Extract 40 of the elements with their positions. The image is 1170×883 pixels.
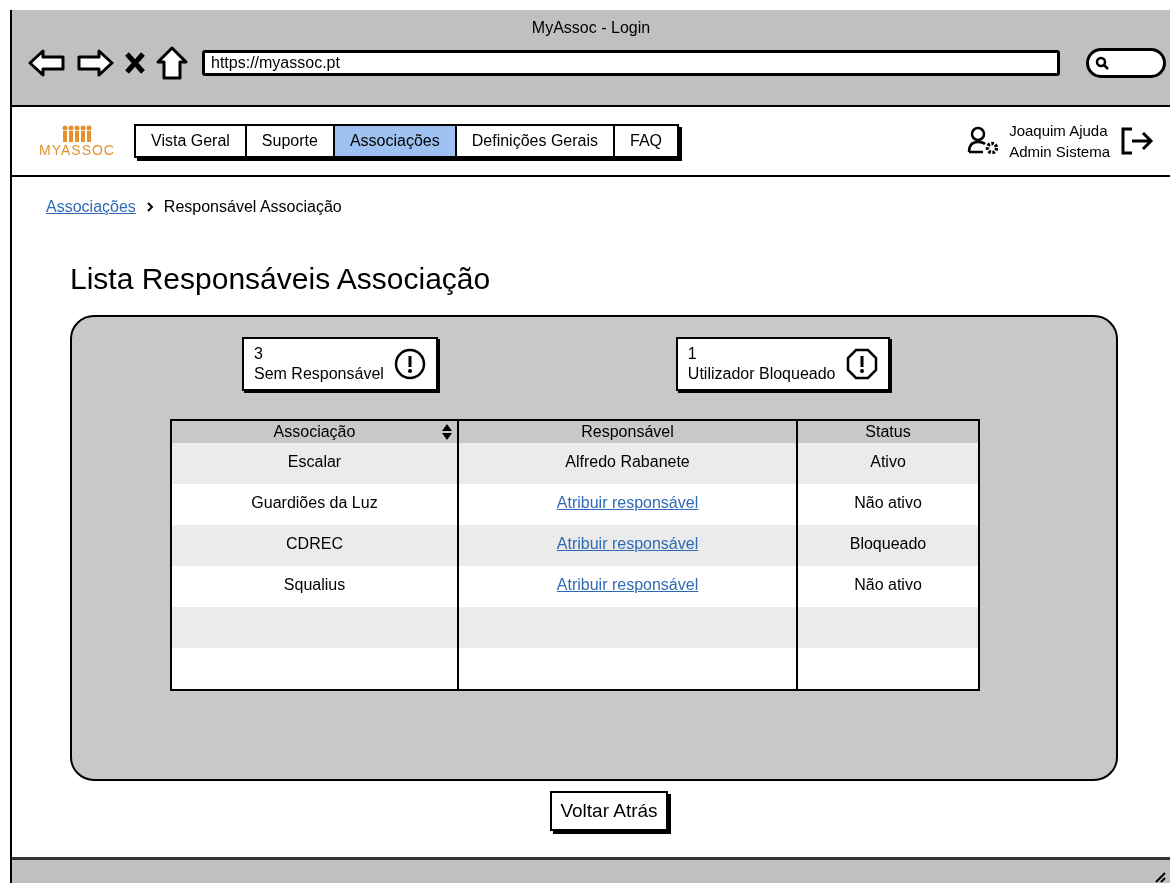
search-icon — [1095, 56, 1109, 70]
user-settings-icon[interactable] — [967, 126, 1000, 156]
forward-icon[interactable] — [76, 48, 114, 78]
alert-icon — [845, 348, 878, 380]
page-title: Lista Responsáveis Associação — [70, 261, 492, 297]
window-title: MyAssoc - Login — [530, 18, 652, 38]
address-field[interactable]: https://myassoc.pt — [202, 50, 1060, 76]
table-cell-text: Ativo — [870, 451, 906, 472]
alert-icon — [393, 348, 426, 380]
nav-tab[interactable]: Associações — [332, 126, 455, 156]
close-icon[interactable] — [124, 51, 146, 75]
table-cell-text: CDREC — [286, 533, 343, 554]
table-cell-text: Squalius — [283, 574, 346, 595]
logo: MYASSOC — [32, 125, 122, 157]
alert-count: 1 — [687, 344, 698, 364]
alert-label: Utilizador Bloqueado — [687, 364, 836, 384]
breadcrumb-current: Responsável Associação — [163, 197, 342, 217]
user-role: Admin Sistema — [1009, 142, 1110, 162]
table-cell-text: Alfredo Rabanete — [565, 451, 690, 472]
chevron-icon — [145, 202, 154, 212]
people-icon — [62, 125, 92, 143]
logout-icon[interactable] — [1120, 126, 1154, 156]
table-cell-text: Não ativo — [854, 492, 922, 513]
alert-label: Sem Responsável — [254, 364, 384, 384]
back-icon[interactable] — [28, 48, 66, 78]
home-icon[interactable] — [156, 46, 188, 80]
back-button[interactable]: Voltar Atrás — [550, 791, 668, 831]
search-field[interactable] — [1086, 48, 1166, 78]
assign-link[interactable]: Atribuir responsável — [556, 490, 699, 515]
sort-icon — [441, 423, 453, 441]
column-header[interactable]: Associação — [172, 421, 457, 443]
breadcrumb-link[interactable]: Associações — [46, 195, 136, 219]
assign-link[interactable]: Atribuir responsável — [556, 572, 699, 597]
alert-count: 3 — [254, 344, 264, 364]
assign-link[interactable]: Atribuir responsável — [556, 531, 699, 556]
table-cell-text: Guardiões da Luz — [251, 492, 378, 513]
table-cell-text: Bloqueado — [849, 533, 927, 554]
table-cell-text: Não ativo — [854, 574, 922, 595]
user-name: Joaquim Ajuda — [1009, 121, 1109, 141]
table-cell-text: Escalar — [287, 451, 342, 472]
